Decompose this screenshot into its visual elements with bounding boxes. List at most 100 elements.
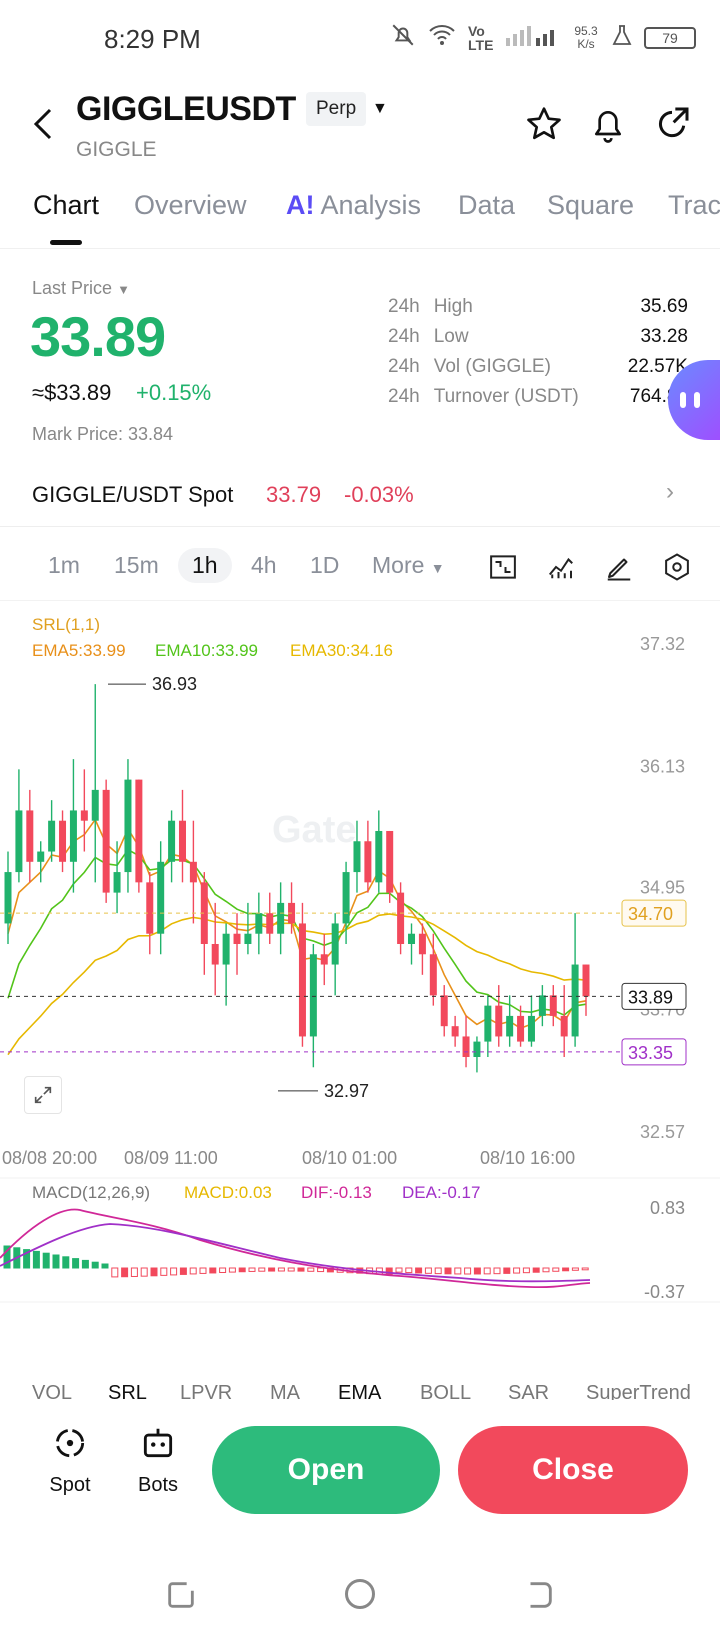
spot-label: Spot — [49, 1474, 91, 1496]
settings-icon[interactable] — [662, 552, 692, 582]
macd-bar — [52, 1254, 60, 1269]
candle-body — [364, 841, 372, 883]
y-tick-label: 36.13 — [640, 756, 685, 776]
spot-price: 33.79 — [266, 482, 322, 507]
bots-label: Bots — [137, 1474, 179, 1496]
macd-bar — [444, 1267, 452, 1275]
status-time: 8:29 PM — [104, 24, 201, 54]
home-button[interactable] — [342, 1576, 378, 1617]
macd-bar — [542, 1267, 550, 1273]
tf-more[interactable]: More ▼ — [372, 552, 445, 579]
macd-bar — [111, 1267, 119, 1278]
macd-bar — [513, 1267, 521, 1274]
ind-tab-ma[interactable]: MA — [270, 1382, 300, 1400]
macd-y-tick: -0.37 — [644, 1282, 685, 1302]
candle-body — [397, 892, 405, 944]
macd-bar — [424, 1267, 432, 1274]
ind-tab-ema[interactable]: EMA — [338, 1382, 381, 1400]
min-price-label: 32.97 — [324, 1081, 369, 1101]
price-level-label: 33.89 — [628, 987, 673, 1007]
candle-body — [440, 995, 448, 1027]
macd-bar — [287, 1267, 295, 1272]
tab-trade[interactable]: Trac — [668, 190, 720, 221]
candle-body — [48, 820, 56, 852]
candle-body — [331, 923, 339, 965]
ind-tab-vol[interactable]: VOL — [32, 1382, 72, 1400]
recents-button[interactable] — [164, 1578, 198, 1617]
close-button[interactable]: Close — [458, 1426, 688, 1514]
stat-turnover: 24h Turnover (USDT) 764.80 — [388, 386, 688, 407]
chart-style-icon[interactable] — [488, 552, 518, 582]
ind-tab-boll[interactable]: BOLL — [420, 1382, 471, 1400]
candle-body — [429, 954, 437, 996]
ind-tab-supertrend[interactable]: SuperTrend — [586, 1382, 691, 1400]
tf-4h[interactable]: 4h — [251, 552, 277, 579]
x-tick-label: 08/09 11:00 — [124, 1148, 218, 1168]
tf-1h[interactable]: 1h — [178, 548, 232, 583]
y-tick-label: 34.95 — [640, 877, 685, 897]
candle-body — [222, 933, 230, 965]
macd-bar — [42, 1252, 50, 1269]
chart-area[interactable]: SRL(1,1) EMA5:33.99 EMA10:33.99 EMA30:34… — [0, 606, 720, 1303]
candle-body — [451, 1026, 459, 1037]
spot-button[interactable]: Spot — [30, 1424, 110, 1497]
main-tabs: Chart Overview A! Analysis Data Square T… — [0, 176, 720, 249]
tab-chart[interactable]: Chart — [33, 190, 99, 221]
macd-bar — [532, 1267, 540, 1273]
tf-15m[interactable]: 15m — [114, 552, 159, 579]
macd-bar — [199, 1267, 207, 1274]
candle-body — [135, 779, 143, 883]
star-icon[interactable] — [524, 104, 564, 144]
tf-1d[interactable]: 1D — [310, 552, 339, 579]
network-type: Vo LTE — [468, 22, 494, 53]
last-price-label[interactable]: Last Price ▼ — [32, 278, 130, 299]
bell-icon[interactable] — [588, 104, 628, 144]
macd-bar — [297, 1267, 305, 1272]
draw-icon[interactable] — [604, 552, 634, 582]
candle-body — [277, 902, 285, 934]
macd-bar — [434, 1267, 442, 1275]
macd-bar — [317, 1267, 325, 1273]
macd-bar — [209, 1267, 217, 1274]
expand-chart-button[interactable] — [24, 1076, 62, 1114]
status-icons: Vo LTE 95.3 K/s 79 — [390, 22, 696, 53]
back-button[interactable] — [28, 104, 58, 144]
indicator-icon[interactable] — [546, 552, 576, 582]
tab-overview[interactable]: Overview — [134, 190, 247, 221]
spot-link-row[interactable]: GIGGLE/USDT Spot 33.79 -0.03% › — [0, 464, 720, 527]
assistant-bubble[interactable] — [668, 360, 720, 440]
back-nav-icon — [530, 1582, 552, 1608]
caret-down-icon[interactable]: ▼ — [372, 100, 388, 118]
candle-body — [124, 779, 132, 873]
candle-body — [517, 1015, 525, 1042]
timeframe-row: 1m 15m 1h 4h 1D More ▼ — [0, 536, 720, 601]
macd-bar — [140, 1267, 148, 1277]
last-price-value: 33.89 — [30, 305, 166, 368]
tab-analysis[interactable]: A! Analysis — [286, 190, 421, 221]
header: GIGGLEUSDT Perp ▼ GIGGLE — [0, 86, 720, 176]
tf-1m[interactable]: 1m — [48, 552, 80, 579]
candle-body — [408, 933, 416, 944]
open-button[interactable]: Open — [212, 1426, 440, 1514]
back-nav-button[interactable] — [522, 1578, 556, 1617]
bots-button[interactable]: Bots — [118, 1424, 198, 1497]
tab-square[interactable]: Square — [547, 190, 634, 221]
candle-body — [582, 964, 590, 997]
net-speed: 95.3 K/s — [574, 23, 598, 51]
macd-bar — [405, 1267, 413, 1274]
ind-tab-lpvr[interactable]: LPVR — [180, 1382, 232, 1400]
x-tick-label: 08/08 20:00 — [2, 1148, 97, 1168]
ind-tab-srl[interactable]: SRL — [108, 1382, 147, 1400]
dif-value: DIF:-0.13 — [301, 1183, 372, 1202]
candle-body — [59, 820, 67, 862]
ind-tab-sar[interactable]: SAR — [508, 1382, 549, 1400]
candle-body — [26, 810, 34, 862]
candle-body — [560, 1015, 568, 1037]
macd-bar — [32, 1250, 40, 1269]
perp-badge[interactable]: Perp — [306, 92, 367, 126]
candle-body — [549, 995, 557, 1016]
flask-icon — [612, 24, 632, 51]
share-icon[interactable] — [652, 104, 692, 144]
candlestick-chart[interactable]: SRL(1,1) EMA5:33.99 EMA10:33.99 EMA30:34… — [0, 606, 720, 1376]
tab-data[interactable]: Data — [458, 190, 515, 221]
